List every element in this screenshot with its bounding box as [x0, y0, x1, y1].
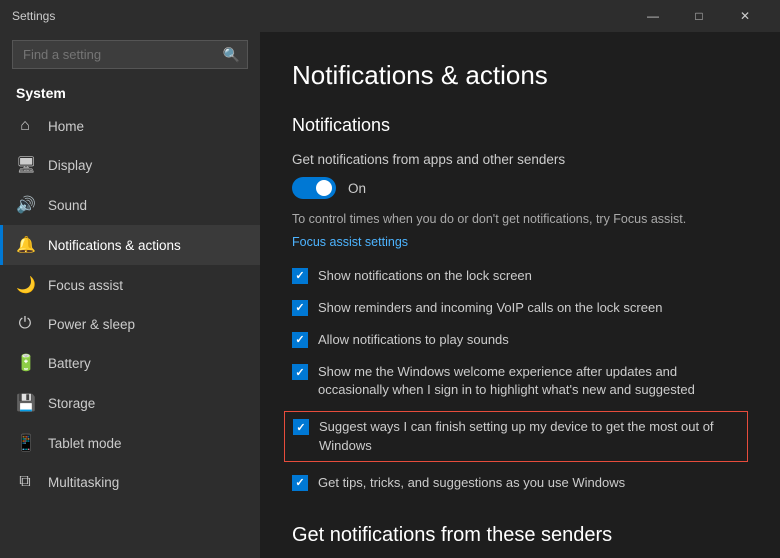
sidebar-item-notifications[interactable]: 🔔 Notifications & actions: [0, 225, 260, 265]
titlebar: Settings — □ ✕: [0, 0, 780, 32]
sidebar-item-label: Storage: [48, 396, 95, 411]
sidebar-item-label: Home: [48, 119, 84, 134]
sidebar-item-battery[interactable]: 🔋 Battery: [0, 343, 260, 383]
senders-section-title: Get notifications from these senders: [292, 524, 748, 547]
sidebar-item-label: Power & sleep: [48, 317, 135, 332]
checkbox-welcome-label: Show me the Windows welcome experience a…: [318, 363, 748, 399]
home-icon: ⌂: [16, 117, 34, 135]
checkbox-sounds-input[interactable]: [292, 332, 308, 348]
sidebar: 🔍 System ⌂ Home 🖥 Display 🔊 Sound 🔔 Noti…: [0, 32, 260, 558]
search-icon: 🔍: [223, 46, 240, 63]
sidebar-item-tablet[interactable]: 📱 Tablet mode: [0, 423, 260, 463]
tablet-icon: 📱: [16, 433, 34, 453]
checkbox-welcome-input[interactable]: [292, 364, 308, 380]
checkbox-setup-input[interactable]: [293, 419, 309, 435]
checkbox-setup: Suggest ways I can finish setting up my …: [284, 411, 748, 461]
sidebar-item-label: Focus assist: [48, 278, 123, 293]
sidebar-item-label: Tablet mode: [48, 436, 122, 451]
sidebar-item-multitasking[interactable]: ⧉ Multitasking: [0, 463, 260, 501]
checkbox-lock-screen-input[interactable]: [292, 268, 308, 284]
sidebar-item-label: Sound: [48, 198, 87, 213]
sidebar-item-power[interactable]: ⏻ Power & sleep: [0, 305, 260, 343]
titlebar-title: Settings: [12, 9, 630, 23]
notifications-toggle[interactable]: [292, 177, 336, 199]
page-title: Notifications & actions: [292, 60, 748, 91]
multitasking-icon: ⧉: [16, 473, 34, 491]
focus-assist-link[interactable]: Focus assist settings: [292, 235, 408, 249]
checkbox-lock-screen-label: Show notifications on the lock screen: [318, 267, 532, 285]
sidebar-item-display[interactable]: 🖥 Display: [0, 145, 260, 185]
search-input[interactable]: [12, 40, 248, 69]
sidebar-item-storage[interactable]: 💾 Storage: [0, 383, 260, 423]
close-button[interactable]: ✕: [722, 0, 768, 32]
storage-icon: 💾: [16, 393, 34, 413]
checkbox-tips: Get tips, tricks, and suggestions as you…: [292, 472, 748, 494]
checkbox-tips-label: Get tips, tricks, and suggestions as you…: [318, 474, 625, 492]
search-container: 🔍: [12, 40, 248, 69]
minimize-button[interactable]: —: [630, 0, 676, 32]
checkbox-sounds-label: Allow notifications to play sounds: [318, 331, 509, 349]
checkbox-tips-input[interactable]: [292, 475, 308, 491]
window-controls: — □ ✕: [630, 0, 768, 32]
sound-icon: 🔊: [16, 195, 34, 215]
checkbox-reminders-label: Show reminders and incoming VoIP calls o…: [318, 299, 662, 317]
checkbox-lock-screen: Show notifications on the lock screen: [292, 265, 748, 287]
power-icon: ⏻: [16, 315, 34, 333]
checkbox-reminders-input[interactable]: [292, 300, 308, 316]
sidebar-item-label: Display: [48, 158, 92, 173]
system-label: System: [0, 77, 260, 107]
sidebar-item-label: Notifications & actions: [48, 238, 181, 253]
sidebar-item-focus[interactable]: 🌙 Focus assist: [0, 265, 260, 305]
content-area: Notifications & actions Notifications Ge…: [260, 32, 780, 558]
checkbox-reminders: Show reminders and incoming VoIP calls o…: [292, 297, 748, 319]
main-layout: 🔍 System ⌂ Home 🖥 Display 🔊 Sound 🔔 Noti…: [0, 32, 780, 558]
focus-assist-info: To control times when you do or don't ge…: [292, 211, 748, 229]
toggle-state-label: On: [348, 181, 366, 196]
checkbox-welcome: Show me the Windows welcome experience a…: [292, 361, 748, 401]
notifications-section-title: Notifications: [292, 115, 748, 136]
sidebar-item-home[interactable]: ⌂ Home: [0, 107, 260, 145]
checkbox-sounds: Allow notifications to play sounds: [292, 329, 748, 351]
checkbox-setup-label: Suggest ways I can finish setting up my …: [319, 418, 739, 454]
battery-icon: 🔋: [16, 353, 34, 373]
sidebar-item-sound[interactable]: 🔊 Sound: [0, 185, 260, 225]
sidebar-item-label: Battery: [48, 356, 91, 371]
notifications-icon: 🔔: [16, 235, 34, 255]
focus-icon: 🌙: [16, 275, 34, 295]
toggle-description: Get notifications from apps and other se…: [292, 152, 748, 167]
maximize-button[interactable]: □: [676, 0, 722, 32]
notifications-toggle-row: On: [292, 177, 748, 199]
sidebar-item-label: Multitasking: [48, 475, 119, 490]
display-icon: 🖥: [16, 155, 34, 175]
